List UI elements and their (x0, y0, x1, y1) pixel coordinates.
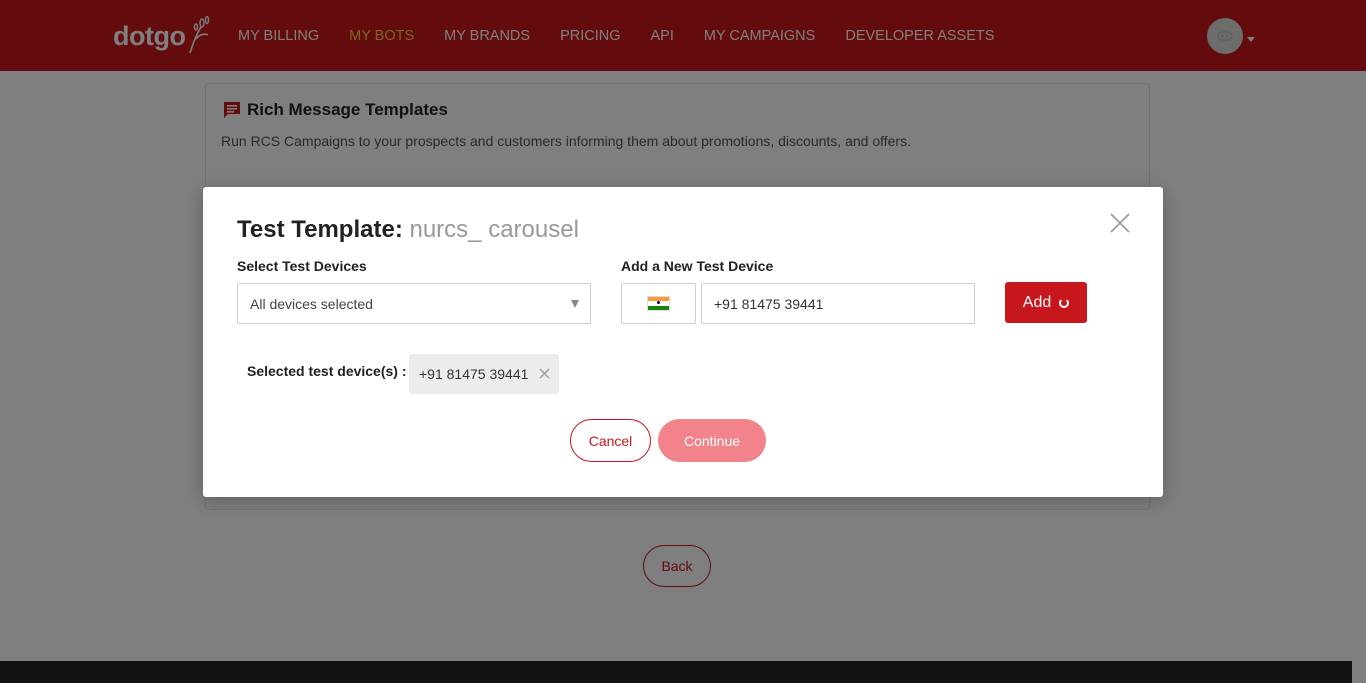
test-devices-select[interactable]: All devices selected (237, 283, 591, 324)
test-devices-select-value: All devices selected (250, 295, 373, 312)
remove-device-icon[interactable] (539, 368, 550, 379)
add-device-button[interactable]: Add (1005, 282, 1087, 323)
india-flag-icon (647, 296, 670, 311)
test-template-modal: Test Template: nurcs_ carousel Select Te… (203, 187, 1163, 497)
continue-button[interactable]: Continue (658, 419, 766, 462)
country-code-select[interactable] (621, 283, 696, 324)
phone-number-input[interactable] (701, 283, 975, 324)
selected-device-chip: +91 81475 39441 (409, 354, 559, 394)
close-icon[interactable] (1108, 211, 1132, 235)
modal-title: Test Template: nurcs_ carousel (237, 216, 579, 244)
selected-device-number: +91 81475 39441 (419, 366, 529, 382)
cancel-button[interactable]: Cancel (570, 419, 651, 462)
template-name: nurcs_ carousel (409, 216, 579, 243)
loading-spinner-icon (1059, 297, 1070, 308)
modal-title-label: Test Template: (237, 216, 403, 243)
dropdown-arrow-icon (571, 300, 579, 308)
selected-devices-label: Selected test device(s) : (247, 363, 407, 379)
add-button-label: Add (1022, 293, 1052, 311)
new-test-device-label: Add a New Test Device (621, 258, 774, 274)
select-test-devices-label: Select Test Devices (237, 258, 367, 274)
